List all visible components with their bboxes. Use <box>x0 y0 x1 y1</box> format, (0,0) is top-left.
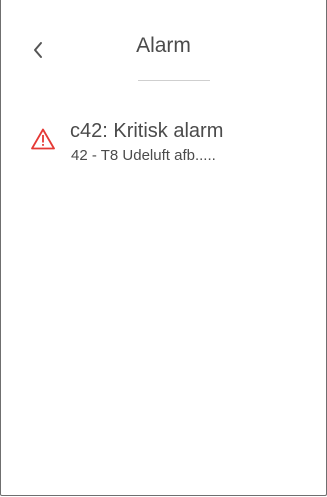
alarm-list-item[interactable]: c42: Kritisk alarm 42 - T8 Udeluft afb..… <box>31 118 311 178</box>
warning-triangle-icon <box>31 128 55 150</box>
alarm-title: c42: Kritisk alarm <box>70 120 224 142</box>
title-divider <box>138 80 210 81</box>
alarm-description: 42 - T8 Udeluft afb..... <box>71 147 216 164</box>
page-title: Alarm <box>136 34 191 57</box>
alarm-screen: Alarm c42: Kritisk alarm 42 - T8 Udeluft… <box>0 0 327 496</box>
header: Alarm <box>1 0 326 84</box>
